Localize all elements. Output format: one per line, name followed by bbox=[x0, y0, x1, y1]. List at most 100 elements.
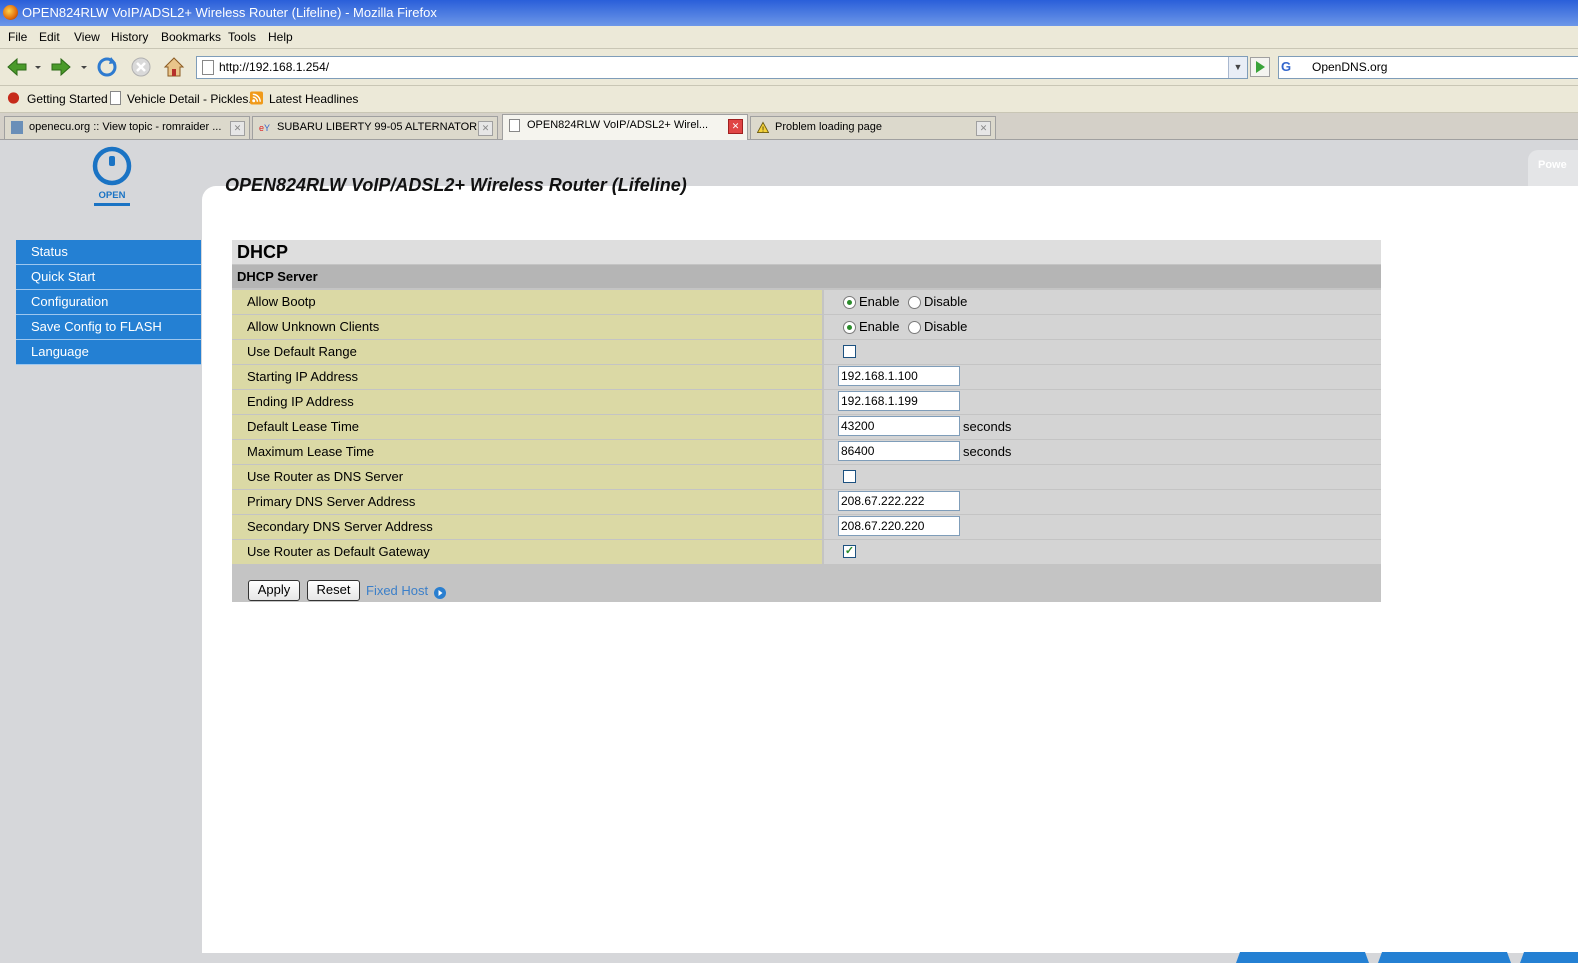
tab-subaru-liberty[interactable]: eY SUBARU LIBERTY 99-05 ALTERNATOR... ✕ bbox=[252, 116, 498, 139]
page-icon bbox=[202, 60, 214, 75]
radio-label: Enable bbox=[859, 294, 900, 309]
maximum-lease-time-input[interactable] bbox=[838, 441, 960, 461]
window-title: OPEN824RLW VoIP/ADSL2+ Wireless Router (… bbox=[22, 5, 437, 20]
forward-dropdown-icon[interactable] bbox=[79, 55, 89, 79]
reload-icon[interactable] bbox=[95, 55, 119, 79]
navigation-toolbar: http://192.168.1.254/ ▼ G OpenDNS.org bbox=[0, 49, 1578, 86]
radio-label: Enable bbox=[859, 319, 900, 334]
use-router-dns-checkbox[interactable] bbox=[843, 470, 856, 483]
tab-close-icon[interactable]: ✕ bbox=[976, 121, 991, 136]
form-row-primary-dns: Primary DNS Server Address bbox=[232, 490, 1381, 514]
apply-button[interactable]: Apply bbox=[248, 580, 300, 601]
sidebar-item-label: Quick Start bbox=[31, 269, 96, 284]
url-text[interactable]: http://192.168.1.254/ bbox=[219, 60, 329, 74]
field-label-cell: Secondary DNS Server Address bbox=[232, 515, 822, 539]
field-label: Maximum Lease Time bbox=[247, 444, 375, 459]
field-label: Allow Unknown Clients bbox=[247, 319, 380, 334]
form-row-ending-ip: Ending IP Address bbox=[232, 390, 1381, 414]
url-bar[interactable]: http://192.168.1.254/ ▼ bbox=[196, 56, 1248, 79]
powered-by-label: Powe bbox=[1538, 159, 1567, 171]
menu-history[interactable]: History bbox=[111, 30, 148, 44]
field-label-cell: Allow Bootp bbox=[232, 290, 822, 314]
form-row-default-gateway: Use Router as Default Gateway ✓ bbox=[232, 540, 1381, 564]
bottom-nav-tabs bbox=[1236, 952, 1578, 963]
secondary-dns-input[interactable] bbox=[838, 516, 960, 536]
tab-close-icon[interactable]: ✕ bbox=[230, 121, 245, 136]
form-row-allow-bootp: Allow Bootp Enable Disable bbox=[232, 290, 1381, 314]
field-value-cell: ✓ bbox=[824, 540, 1381, 564]
menu-bar: File Edit View History Bookmarks Tools H… bbox=[0, 26, 1578, 49]
unit-label: seconds bbox=[963, 419, 1012, 434]
search-engine-icon[interactable]: G bbox=[1281, 59, 1305, 75]
primary-dns-input[interactable] bbox=[838, 491, 960, 511]
field-label-cell: Use Default Range bbox=[232, 340, 822, 364]
warning-icon: ! bbox=[757, 121, 769, 134]
section-header: DHCP bbox=[232, 240, 1381, 264]
forward-icon[interactable] bbox=[49, 55, 73, 79]
tab-openecu[interactable]: openecu.org :: View topic - romraider ..… bbox=[4, 116, 250, 139]
sidebar-item-label: Language bbox=[31, 344, 89, 359]
bookmark-vehicle-detail[interactable]: Vehicle Detail - Pickles... bbox=[127, 92, 258, 106]
allow-bootp-disable-radio[interactable] bbox=[908, 296, 921, 309]
sidebar-item-status[interactable]: Status bbox=[16, 240, 201, 265]
field-value-cell bbox=[824, 490, 1381, 514]
rss-feed-icon bbox=[250, 91, 263, 105]
tab-close-icon[interactable]: ✕ bbox=[478, 121, 493, 136]
home-icon[interactable] bbox=[162, 55, 186, 79]
bookmarks-toolbar: Getting Started Vehicle Detail - Pickles… bbox=[0, 86, 1578, 113]
getting-started-icon bbox=[7, 92, 20, 104]
ending-ip-input[interactable] bbox=[838, 391, 960, 411]
openecu-favicon-icon bbox=[11, 121, 23, 134]
use-default-range-checkbox[interactable] bbox=[843, 345, 856, 358]
field-label: Secondary DNS Server Address bbox=[247, 519, 433, 534]
field-label-cell: Maximum Lease Time bbox=[232, 440, 822, 464]
menu-help[interactable]: Help bbox=[268, 30, 293, 44]
menu-bookmarks[interactable]: Bookmarks bbox=[161, 30, 221, 44]
field-value-cell bbox=[824, 465, 1381, 489]
stop-icon[interactable] bbox=[129, 55, 153, 79]
field-label-cell: Use Router as DNS Server bbox=[232, 465, 822, 489]
sidebar-item-label: Save Config to FLASH bbox=[31, 319, 162, 334]
field-label-cell: Ending IP Address bbox=[232, 390, 822, 414]
url-dropdown-icon[interactable]: ▼ bbox=[1228, 57, 1247, 78]
tab-router-active[interactable]: OPEN824RLW VoIP/ADSL2+ Wirel... ✕ bbox=[502, 114, 748, 140]
sidebar-item-configuration[interactable]: Configuration bbox=[16, 290, 201, 315]
menu-tools[interactable]: Tools bbox=[228, 30, 256, 44]
svg-text:!: ! bbox=[762, 125, 764, 134]
use-router-gateway-checkbox[interactable]: ✓ bbox=[843, 545, 856, 558]
menu-edit[interactable]: Edit bbox=[39, 30, 60, 44]
fixed-host-link[interactable]: Fixed Host bbox=[366, 583, 428, 598]
field-label: Ending IP Address bbox=[247, 394, 354, 409]
tab-close-icon[interactable]: ✕ bbox=[728, 119, 743, 134]
bookmark-getting-started[interactable]: Getting Started bbox=[27, 92, 108, 106]
form-row-secondary-dns: Secondary DNS Server Address bbox=[232, 515, 1381, 539]
sidebar-item-quick-start[interactable]: Quick Start bbox=[16, 265, 201, 290]
reset-button[interactable]: Reset bbox=[307, 580, 360, 601]
default-lease-time-input[interactable] bbox=[838, 416, 960, 436]
svg-text:OPEN: OPEN bbox=[99, 190, 126, 201]
search-box[interactable]: G OpenDNS.org bbox=[1278, 56, 1578, 79]
back-icon[interactable] bbox=[5, 55, 29, 79]
search-text[interactable]: OpenDNS.org bbox=[1312, 60, 1387, 74]
allow-bootp-enable-radio[interactable] bbox=[843, 296, 856, 309]
sidebar-item-save-config[interactable]: Save Config to FLASH bbox=[16, 315, 201, 340]
unit-label: seconds bbox=[963, 444, 1012, 459]
go-icon[interactable] bbox=[1250, 57, 1270, 77]
tab-label: SUBARU LIBERTY 99-05 ALTERNATOR... bbox=[277, 121, 487, 133]
subsection-header: DHCP Server bbox=[232, 265, 1381, 288]
starting-ip-input[interactable] bbox=[838, 366, 960, 386]
sidebar-item-language[interactable]: Language bbox=[16, 340, 201, 365]
field-label: Use Router as Default Gateway bbox=[247, 544, 430, 559]
menu-file[interactable]: File bbox=[8, 30, 27, 44]
section-title: DHCP bbox=[237, 242, 289, 262]
arrow-right-icon[interactable] bbox=[434, 587, 446, 599]
tab-problem-loading[interactable]: ! Problem loading page ✕ bbox=[750, 116, 996, 139]
field-label-cell: Primary DNS Server Address bbox=[232, 490, 822, 514]
subsection-title: DHCP Server bbox=[237, 269, 318, 284]
allow-unknown-enable-radio[interactable] bbox=[843, 321, 856, 334]
back-dropdown-icon[interactable] bbox=[33, 55, 43, 79]
bookmark-latest-headlines[interactable]: Latest Headlines bbox=[269, 92, 358, 106]
allow-unknown-disable-radio[interactable] bbox=[908, 321, 921, 334]
radio-label: Disable bbox=[924, 319, 968, 334]
menu-view[interactable]: View bbox=[74, 30, 100, 44]
